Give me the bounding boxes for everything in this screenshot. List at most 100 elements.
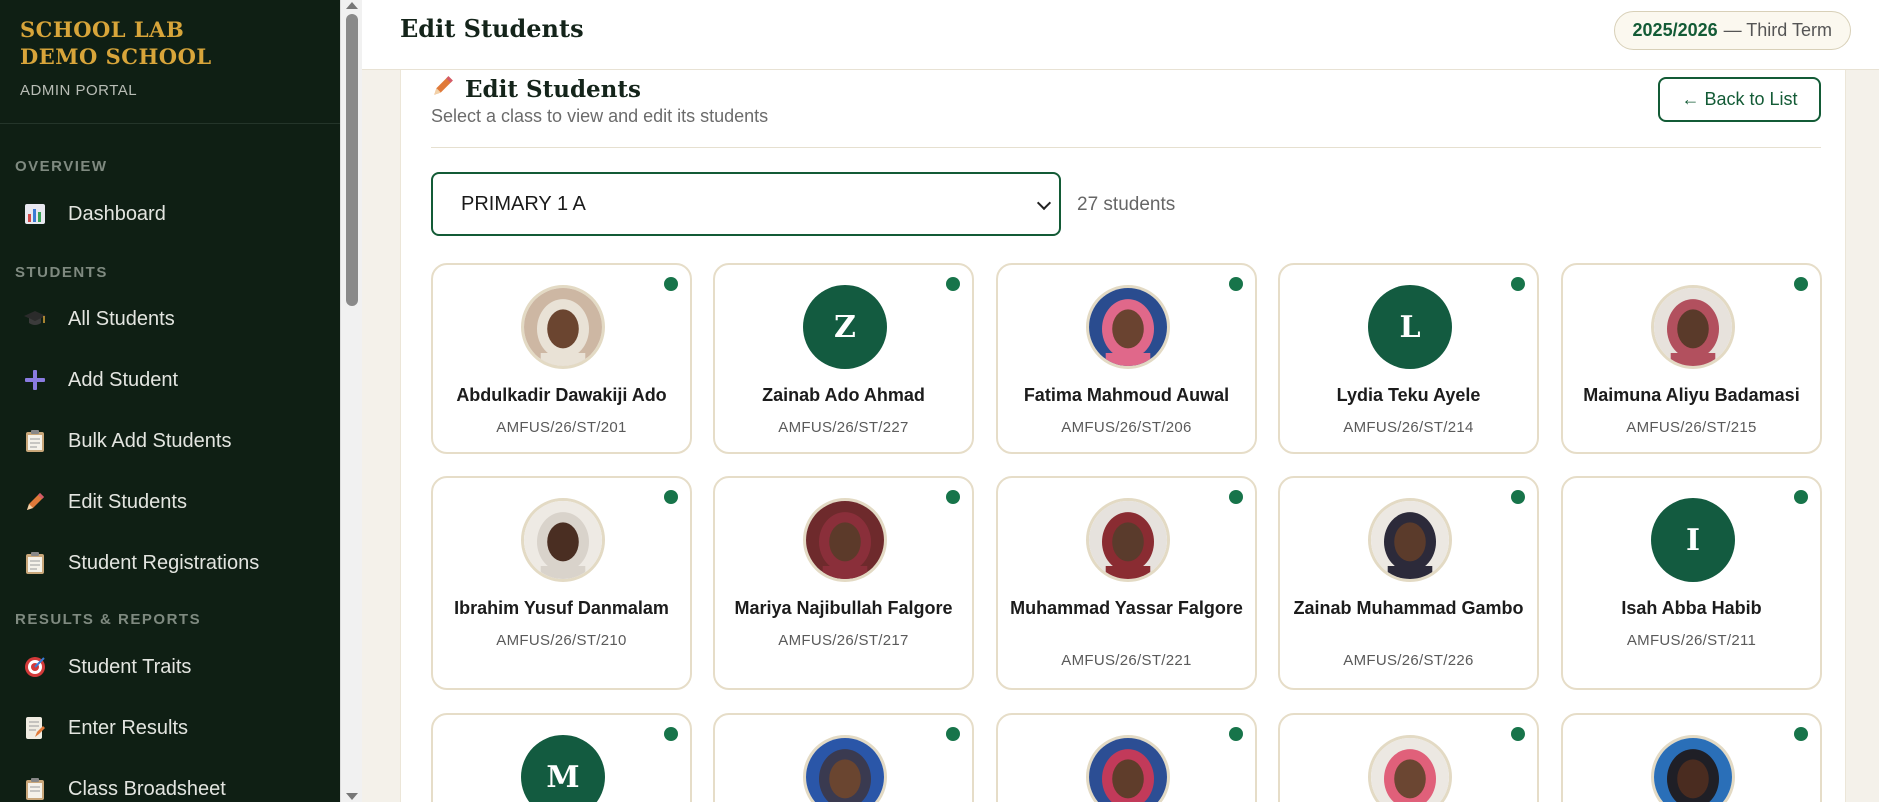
student-name: Maimuna Aliyu Badamasi [1583,385,1800,405]
sidebar-item-bulk-add-students[interactable]: Bulk Add Students [22,421,231,461]
student-id: AMFUS/26/ST/221 [1061,652,1192,669]
student-id: AMFUS/26/ST/214 [1343,419,1474,436]
avatar-photo [1651,735,1735,802]
student-id: AMFUS/26/ST/226 [1343,652,1474,669]
student-name: Muhammad Yassar Falgore [1010,598,1243,618]
graduation-cap-icon [22,306,48,332]
scroll-down-arrow-icon[interactable] [346,793,358,800]
student-name: Abdulkadir Dawakiji Ado [456,385,667,405]
student-id: AMFUS/26/ST/215 [1626,419,1757,436]
plus-icon [22,367,48,393]
status-dot [1794,727,1808,741]
student-count: 27 students [1077,194,1176,215]
student-name: Lydia Teku Ayele [1336,385,1481,405]
sidebar-item-label: Bulk Add Students [68,429,232,452]
scroll-thumb[interactable] [346,14,358,306]
clipboard-icon [22,428,48,454]
brand: SCHOOL LAB DEMO SCHOOL ADMIN PORTAL [0,0,340,124]
sidebar-item-edit-students[interactable]: Edit Students [22,482,187,522]
student-card[interactable]: I Isah Abba Habib AMFUS/26/ST/211 [1561,476,1822,690]
term-badge: 2025/2026 — Third Term [1613,11,1851,50]
brand-subtitle: ADMIN PORTAL [20,82,138,99]
sidebar-item-class-broadsheet[interactable]: Class Broadsheet [22,769,226,802]
status-dot [1794,490,1808,504]
student-card[interactable] [1561,713,1822,802]
status-dot [1229,490,1243,504]
student-card[interactable]: Mariya Najibullah Falgore AMFUS/26/ST/217 [713,476,974,690]
student-card[interactable]: Abdulkadir Dawakiji Ado AMFUS/26/ST/201 [431,263,692,454]
clipboard-icon [22,550,48,576]
avatar-photo [1086,498,1170,582]
student-card[interactable]: M [431,713,692,802]
panel-title-text: Edit Students [465,75,641,103]
nav-section-overview: OVERVIEW [15,158,108,175]
status-dot [1229,727,1243,741]
status-dot [664,490,678,504]
nav-section-results-reports: RESULTS & REPORTS [15,611,202,628]
student-card[interactable] [996,713,1257,802]
student-card[interactable]: L Lydia Teku Ayele AMFUS/26/ST/214 [1278,263,1539,454]
student-card[interactable]: Zainab Muhammad Gambo AMFUS/26/ST/226 [1278,476,1539,690]
sidebar-scrollbar[interactable] [340,0,362,802]
sidebar-item-label: Student Registrations [68,551,260,574]
target-icon [22,654,48,680]
sidebar-item-label: All Students [68,307,175,330]
pencil-icon [22,489,48,515]
student-id: AMFUS/26/ST/217 [778,632,909,649]
status-dot [1511,277,1525,291]
chevron-down-icon [1036,195,1052,211]
avatar-photo [803,498,887,582]
avatar-initial: I [1651,498,1735,582]
student-card[interactable]: Ibrahim Yusuf Danmalam AMFUS/26/ST/210 [431,476,692,690]
avatar-photo [1651,285,1735,369]
panel-header: Edit Students Select a class to view and… [431,70,1821,148]
status-dot [1511,727,1525,741]
sidebar-item-label: Student Traits [68,655,192,678]
panel-title: Edit Students [431,74,641,104]
brand-name-line2: DEMO SCHOOL [20,44,212,69]
class-select-value: PRIMARY 1 A [461,192,586,215]
sidebar-item-add-student[interactable]: Add Student [22,360,178,400]
student-name: Isah Abba Habib [1621,598,1762,618]
sidebar-item-enter-results[interactable]: Enter Results [22,708,188,748]
pencil-icon [431,74,455,104]
student-card[interactable]: Fatima Mahmoud Auwal AMFUS/26/ST/206 [996,263,1257,454]
status-dot [1511,490,1525,504]
sidebar-item-student-registrations[interactable]: Student Registrations [22,543,259,583]
student-name: Mariya Najibullah Falgore [734,598,953,618]
avatar-photo [1368,735,1452,802]
student-card[interactable] [713,713,974,802]
student-name: Zainab Muhammad Gambo [1293,598,1524,618]
back-to-list-button[interactable]: ← Back to List [1658,77,1821,122]
avatar-photo [521,498,605,582]
avatar-photo [521,285,605,369]
status-dot [664,727,678,741]
term-label: — Third Term [1723,20,1832,40]
scroll-up-arrow-icon[interactable] [346,2,358,9]
clipboard-icon [22,776,48,802]
sidebar-item-dashboard[interactable]: Dashboard [22,194,166,234]
student-card[interactable]: Muhammad Yassar Falgore AMFUS/26/ST/221 [996,476,1257,690]
avatar-photo [1086,285,1170,369]
sidebar-item-label: Dashboard [68,202,166,225]
status-dot [946,490,960,504]
top-bar: Edit Students 2025/2026 — Third Term [362,0,1879,70]
student-id: AMFUS/26/ST/227 [778,419,909,436]
status-dot [1229,277,1243,291]
student-id: AMFUS/26/ST/206 [1061,419,1192,436]
class-select[interactable]: PRIMARY 1 A [431,172,1061,236]
sidebar-item-student-traits[interactable]: Student Traits [22,647,191,687]
page-title: Edit Students [400,14,584,43]
avatar-photo [1086,735,1170,802]
sidebar-item-all-students[interactable]: All Students [22,299,175,339]
panel-subtitle: Select a class to view and edit its stud… [431,106,769,126]
status-dot [946,727,960,741]
bar-chart-icon [22,201,48,227]
student-card[interactable] [1278,713,1539,802]
sidebar-item-label: Enter Results [68,716,189,739]
student-card[interactable]: Maimuna Aliyu Badamasi AMFUS/26/ST/215 [1561,263,1822,454]
avatar-initial: Z [803,285,887,369]
student-name: Zainab Ado Ahmad [762,385,925,405]
avatar-photo [803,735,887,802]
student-card[interactable]: Z Zainab Ado Ahmad AMFUS/26/ST/227 [713,263,974,454]
